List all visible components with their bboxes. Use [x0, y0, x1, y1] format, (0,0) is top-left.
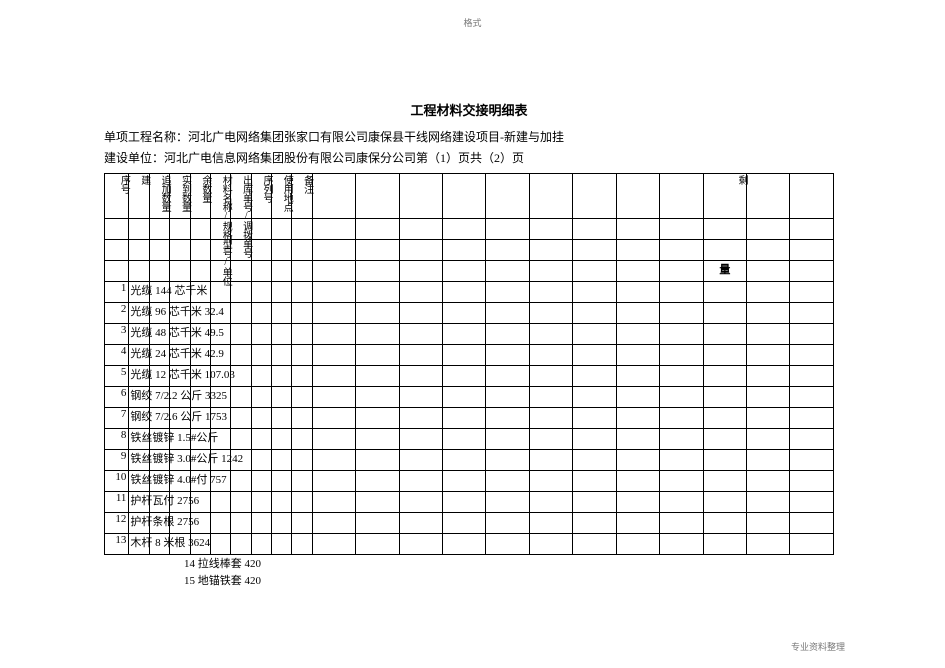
col-remark: 备注 — [292, 173, 312, 218]
doc-title: 工程材料交接明细表 — [104, 100, 834, 119]
project-value: 河北广电网络集团张家口有限公司康保县干线网络建设项目-新建与加挂 — [188, 130, 564, 144]
table-row: 13木杆 8 米根 3624 — [105, 533, 834, 554]
overflow-row: 14 拉线棒套 420 — [114, 557, 834, 572]
row-material-cell: 光缆 48 芯千米 49.5 — [129, 323, 149, 344]
row-index: 2 — [105, 302, 129, 323]
row-material-text: 光缆 24 芯千米 42.9 — [130, 345, 224, 361]
unit-value: 河北广电信息网络集团股份有限公司康保分公司第（1）页共（2）页 — [164, 151, 524, 165]
table-row: 7钢绞 7/2.6 公斤 1753 — [105, 407, 834, 428]
overflow-row: 15 地锚铁套 420 — [114, 574, 834, 589]
col-location: 使用地点 — [271, 173, 291, 218]
row-material-cell: 护杆条根 2756 — [129, 512, 149, 533]
row-material-cell: 护杆瓦付 2756 — [129, 491, 149, 512]
row-material-cell: 光缆 24 芯千米 42.9 — [129, 344, 149, 365]
col-shen: 剩 — [703, 173, 746, 218]
row-material-cell: 钢绞 7/2.6 公斤 1753 — [129, 407, 149, 428]
table-row — [105, 239, 834, 260]
row-index: 9 — [105, 449, 129, 470]
row-index: 7 — [105, 407, 129, 428]
row-material-text: 铁丝镀锌 3.0#公斤 1242 — [130, 450, 243, 466]
table-row: 10铁丝镀锌 4.0#付 757 — [105, 470, 834, 491]
row-material-cell: 光缆 12 芯千米 107.03 — [129, 365, 149, 386]
row-material-cell: 光缆 144 芯千米 — [129, 281, 149, 302]
project-label: 单项工程名称： — [104, 130, 188, 144]
row-material-text: 护杆条根 2756 — [130, 513, 199, 529]
col-material: 材料名称/规格型号/单位 — [210, 173, 230, 218]
table-row: 12护杆条根 2756 — [105, 512, 834, 533]
row-material-text: 光缆 144 芯千米 — [130, 282, 207, 298]
row-index: 5 — [105, 365, 129, 386]
unit-label: 建设单位： — [104, 151, 164, 165]
row-material-cell: 木杆 8 米根 3624 — [129, 533, 149, 554]
page-footer-label: 专业资料整理 — [791, 640, 845, 653]
row-index: 12 — [105, 512, 129, 533]
table-row — [105, 218, 834, 239]
page-header-label: 格式 — [463, 16, 481, 29]
material-table: 序号 建 追加数量 实到数量 余数量 材料名称/规格型号/单位 出库单号/调拨单… — [104, 173, 834, 555]
row-material-cell: 铁丝镀锌 3.0#公斤 1242 — [129, 449, 149, 470]
table-row: 3光缆 48 芯千米 49.5 — [105, 323, 834, 344]
col-serial: 序列号 — [251, 173, 271, 218]
row-material-text: 钢绞 7/2.2 公斤 3325 — [130, 387, 227, 403]
col-liang: 量 — [703, 260, 746, 281]
table-row: 11护杆瓦付 2756 — [105, 491, 834, 512]
row-material-cell: 光缆 96 芯千米 32.4 — [129, 302, 149, 323]
row-material-text: 护杆瓦付 2756 — [130, 492, 199, 508]
row-material-text: 木杆 8 米根 3624 — [130, 534, 210, 550]
row-index: 11 — [105, 491, 129, 512]
row-material-text: 光缆 48 芯千米 49.5 — [130, 324, 224, 340]
row-material-text: 铁丝镀锌 1.5#公斤 — [130, 429, 218, 445]
col-index: 序号 — [105, 173, 129, 218]
row-index: 1 — [105, 281, 129, 302]
row-index: 6 — [105, 386, 129, 407]
row-material-cell: 铁丝镀锌 1.5#公斤 — [129, 428, 149, 449]
project-line: 单项工程名称：河北广电网络集团张家口有限公司康保县干线网络建设项目-新建与加挂 — [104, 129, 834, 146]
col-remain-qty: 余数量 — [190, 173, 210, 218]
table-row: 1光缆 144 芯千米 — [105, 281, 834, 302]
row-index: 8 — [105, 428, 129, 449]
table-header-row: 序号 建 追加数量 实到数量 余数量 材料名称/规格型号/单位 出库单号/调拨单… — [105, 173, 834, 218]
table-row: 9铁丝镀锌 3.0#公斤 1242 — [105, 449, 834, 470]
document-content: 工程材料交接明细表 单项工程名称：河北广电网络集团张家口有限公司康保县干线网络建… — [104, 100, 834, 589]
row-index: 3 — [105, 323, 129, 344]
col-out-order: 出库单号/调拨单号 — [231, 173, 251, 218]
table-row: 5光缆 12 芯千米 107.03 — [105, 365, 834, 386]
table-row: 2光缆 96 芯千米 32.4 — [105, 302, 834, 323]
row-material-cell: 钢绞 7/2.2 公斤 3325 — [129, 386, 149, 407]
row-material-text: 光缆 96 芯千米 32.4 — [130, 303, 224, 319]
row-material-text: 钢绞 7/2.6 公斤 1753 — [130, 408, 227, 424]
row-material-cell: 铁丝镀锌 4.0#付 757 — [129, 470, 149, 491]
col-actual-qty: 实到数量 — [170, 173, 190, 218]
table-row: 8铁丝镀锌 1.5#公斤 — [105, 428, 834, 449]
table-row: 量 — [105, 260, 834, 281]
table-row: 6钢绞 7/2.2 公斤 3325 — [105, 386, 834, 407]
row-material-text: 光缆 12 芯千米 107.03 — [130, 366, 235, 382]
row-material-text: 铁丝镀锌 4.0#付 757 — [130, 471, 226, 487]
table-row: 4光缆 24 芯千米 42.9 — [105, 344, 834, 365]
row-index: 13 — [105, 533, 129, 554]
col-build: 建 — [129, 173, 149, 218]
unit-line: 建设单位：河北广电信息网络集团股份有限公司康保分公司第（1）页共（2）页 — [104, 150, 834, 167]
row-index: 10 — [105, 470, 129, 491]
col-add-qty: 追加数量 — [149, 173, 169, 218]
row-index: 4 — [105, 344, 129, 365]
